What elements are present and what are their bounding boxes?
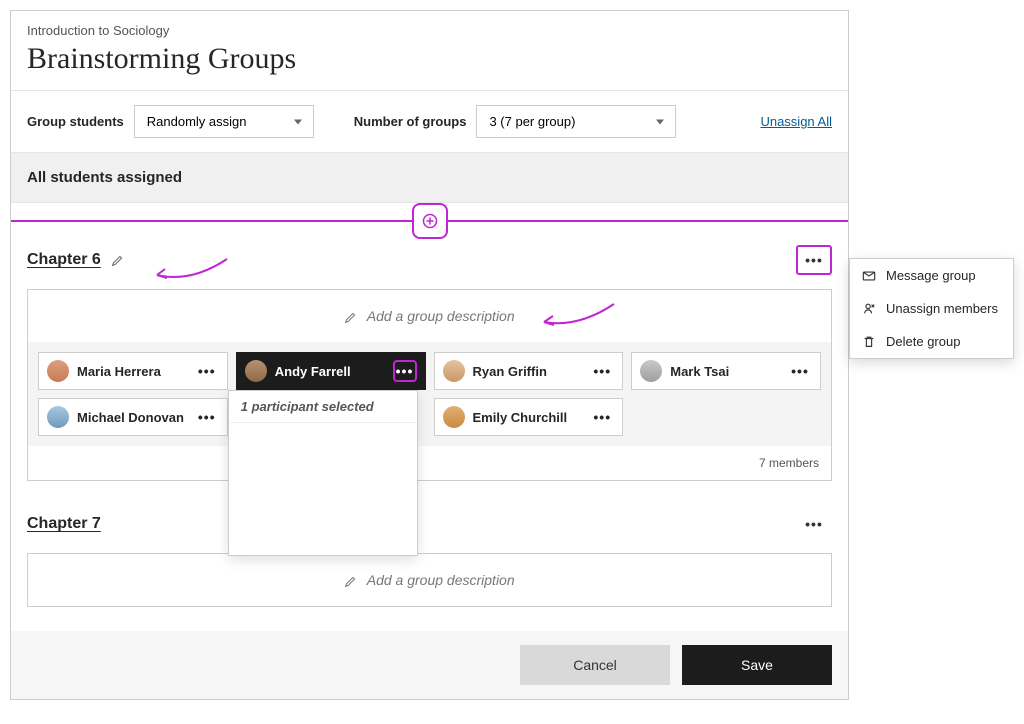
student-grid: Maria Herrera ••• Andy Farrell ••• 1 par…	[28, 342, 831, 446]
avatar	[443, 360, 465, 382]
ellipsis-icon: •••	[198, 364, 216, 378]
annotation-arrow	[538, 300, 618, 339]
group-title[interactable]: Chapter 6	[27, 251, 101, 269]
header: Introduction to Sociology Brainstorming …	[11, 11, 848, 91]
student-more-button[interactable]: •••	[788, 360, 812, 382]
trash-icon	[862, 335, 876, 349]
student-name: Mark Tsai	[670, 364, 780, 379]
course-title: Introduction to Sociology	[27, 23, 832, 38]
group-menu-label: Delete group	[886, 334, 960, 349]
student-menu-item[interactable]: Chapter 7	[229, 489, 417, 522]
save-button[interactable]: Save	[682, 645, 832, 685]
student-more-button[interactable]: •••	[590, 360, 614, 382]
student-card[interactable]: Emily Churchill •••	[434, 398, 624, 436]
student-card-selected[interactable]: Andy Farrell ••• 1 participant selected …	[236, 352, 426, 390]
status-bar: All students assigned	[11, 153, 848, 203]
pencil-icon	[344, 311, 357, 324]
add-group-button[interactable]	[412, 203, 448, 239]
page: Introduction to Sociology Brainstorming …	[10, 10, 849, 700]
student-card[interactable]: Maria Herrera •••	[38, 352, 228, 390]
mail-icon	[862, 269, 876, 283]
status-text: All students assigned	[27, 169, 182, 186]
group-title[interactable]: Chapter 7	[27, 515, 101, 533]
group-description-placeholder: Add a group description	[367, 572, 515, 588]
student-menu-header: 1 participant selected	[229, 391, 417, 423]
pencil-icon[interactable]	[111, 254, 124, 267]
group-description-button[interactable]: Add a group description	[28, 554, 831, 606]
student-menu-item[interactable]: Chapter 8	[229, 522, 417, 555]
student-context-menu: 1 participant selected + Create a new gr…	[228, 390, 418, 556]
student-menu-item[interactable]: - Unassign	[229, 456, 417, 489]
group-description-button[interactable]: Add a group description	[28, 290, 831, 342]
unassign-all-link[interactable]: Unassign All	[760, 114, 832, 129]
student-name: Emily Churchill	[473, 410, 583, 425]
group-menu-message[interactable]: Message group	[850, 259, 1013, 292]
plus-circle-icon	[422, 213, 438, 229]
avatar	[443, 406, 465, 428]
group-students-select[interactable]: Randomly assign	[134, 105, 314, 138]
group-more-button[interactable]: •••	[796, 509, 832, 539]
student-more-button[interactable]: •••	[393, 360, 417, 382]
avatar	[245, 360, 267, 382]
number-groups-value: 3 (7 per group)	[489, 114, 575, 129]
group-chapter-7: Chapter 7 ••• Add a group description	[11, 481, 848, 607]
ellipsis-icon: •••	[593, 410, 611, 424]
ellipsis-icon: •••	[805, 517, 823, 531]
page-title: Brainstorming Groups	[27, 42, 832, 76]
group-description-placeholder: Add a group description	[367, 308, 515, 324]
group-card: Add a group description Maria Herrera ••…	[27, 289, 832, 481]
number-groups-select[interactable]: 3 (7 per group)	[476, 105, 676, 138]
ellipsis-icon: •••	[396, 364, 414, 378]
ellipsis-icon: •••	[593, 364, 611, 378]
group-students-value: Randomly assign	[147, 114, 247, 129]
group-menu-delete[interactable]: Delete group	[850, 325, 1013, 358]
number-groups-label: Number of groups	[354, 114, 467, 129]
group-chapter-6: Chapter 6 ••• Add a group description Ma…	[11, 203, 848, 481]
student-name: Michael Donovan	[77, 410, 187, 425]
student-name: Ryan Griffin	[473, 364, 583, 379]
student-card[interactable]: Ryan Griffin •••	[434, 352, 624, 390]
student-more-button[interactable]: •••	[590, 406, 614, 428]
group-menu-label: Message group	[886, 268, 976, 283]
ellipsis-icon: •••	[805, 253, 823, 267]
student-card[interactable]: Michael Donovan •••	[38, 398, 228, 436]
group-students-label: Group students	[27, 114, 124, 129]
ellipsis-icon: •••	[791, 364, 809, 378]
student-name: Andy Farrell	[275, 364, 385, 379]
ellipsis-icon: •••	[198, 410, 216, 424]
group-menu-unassign[interactable]: Unassign members	[850, 292, 1013, 325]
pencil-icon	[344, 575, 357, 588]
group-more-button[interactable]: •••	[796, 245, 832, 275]
cancel-button[interactable]: Cancel	[520, 645, 670, 685]
student-card[interactable]: Mark Tsai •••	[631, 352, 821, 390]
footer: Cancel Save	[11, 631, 848, 699]
avatar	[47, 406, 69, 428]
group-header: Chapter 6 •••	[27, 245, 832, 275]
avatar	[640, 360, 662, 382]
student-name: Maria Herrera	[77, 364, 187, 379]
avatar	[47, 360, 69, 382]
group-card: Add a group description	[27, 553, 832, 607]
student-menu-item[interactable]: + Create a new group	[229, 423, 417, 456]
student-more-button[interactable]: •••	[195, 406, 219, 428]
group-menu-label: Unassign members	[886, 301, 998, 316]
person-icon	[862, 302, 876, 316]
toolbar: Group students Randomly assign Number of…	[11, 91, 848, 153]
member-count: 7 members	[28, 446, 831, 480]
student-more-button[interactable]: •••	[195, 360, 219, 382]
group-header: Chapter 7 •••	[27, 509, 832, 539]
group-context-menu: Message group Unassign members Delete gr…	[849, 258, 1014, 359]
